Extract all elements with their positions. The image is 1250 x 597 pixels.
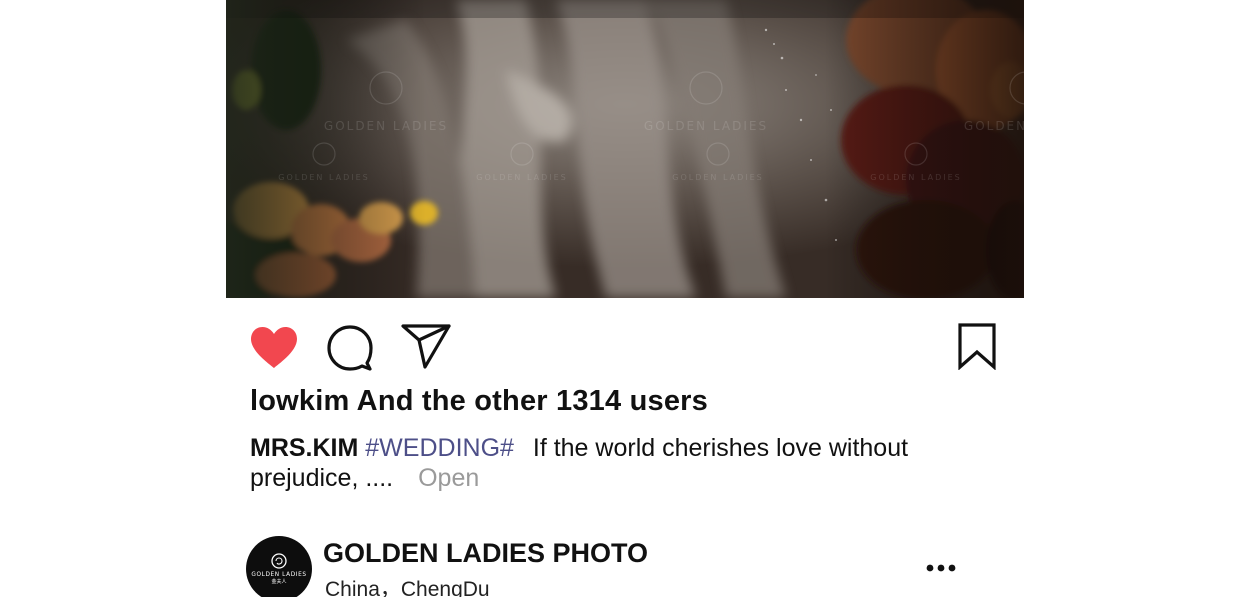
account-location[interactable]: China，ChengDu — [325, 573, 490, 597]
svg-text:GOLDEN LADIES: GOLDEN LADIES — [644, 119, 768, 133]
svg-text:GOLDEN LADIES: GOLDEN LADIES — [870, 173, 961, 182]
svg-text:金夫人: 金夫人 — [271, 578, 286, 585]
svg-text:GOLDEN LADIES: GOLDEN LADIES — [278, 173, 369, 182]
caption-expand-link[interactable]: Open — [418, 464, 479, 492]
account-name[interactable]: GOLDEN LADIES PHOTO — [323, 538, 648, 569]
caption-hashtag[interactable]: #WEDDING# — [365, 434, 514, 462]
wedding-photo-image: GOLDEN LADIES GOLDEN LADIES GOLDEN LADIE… — [226, 0, 1024, 298]
caption-author[interactable]: MRS.KIM — [250, 434, 358, 462]
comment-bubble-icon[interactable] — [327, 325, 373, 371]
svg-text:GOLDEN LADIES: GOLDEN LADIES — [672, 173, 763, 182]
golden-ladies-logo-icon: GOLDEN LADIES 金夫人 — [251, 553, 306, 585]
heart-filled-icon[interactable] — [249, 326, 299, 370]
paper-plane-icon[interactable] — [401, 323, 451, 369]
svg-text:GOLDEN LADIES: GOLDEN LADIES — [324, 119, 448, 133]
svg-text:GOLDEN LADIES: GOLDEN LADIES — [251, 572, 306, 578]
post-photo[interactable]: GOLDEN LADIES GOLDEN LADIES GOLDEN LADIE… — [226, 0, 1024, 298]
likes-summary[interactable]: lowkim And the other 1314 users — [250, 385, 708, 418]
svg-text:GOLDEN LADIES: GOLDEN LADIES — [476, 173, 567, 182]
avatar[interactable]: GOLDEN LADIES 金夫人 — [246, 536, 312, 597]
post-caption: MRS.KIM #WEDDING# If the world cherishes… — [250, 433, 950, 493]
more-dots-icon[interactable] — [924, 557, 958, 579]
post-view: GOLDEN LADIES GOLDEN LADIES GOLDEN LADIE… — [0, 0, 1250, 597]
bookmark-icon[interactable] — [957, 322, 997, 370]
svg-text:GOLDEN LADIES: GOLDEN LADIES — [964, 119, 1024, 133]
